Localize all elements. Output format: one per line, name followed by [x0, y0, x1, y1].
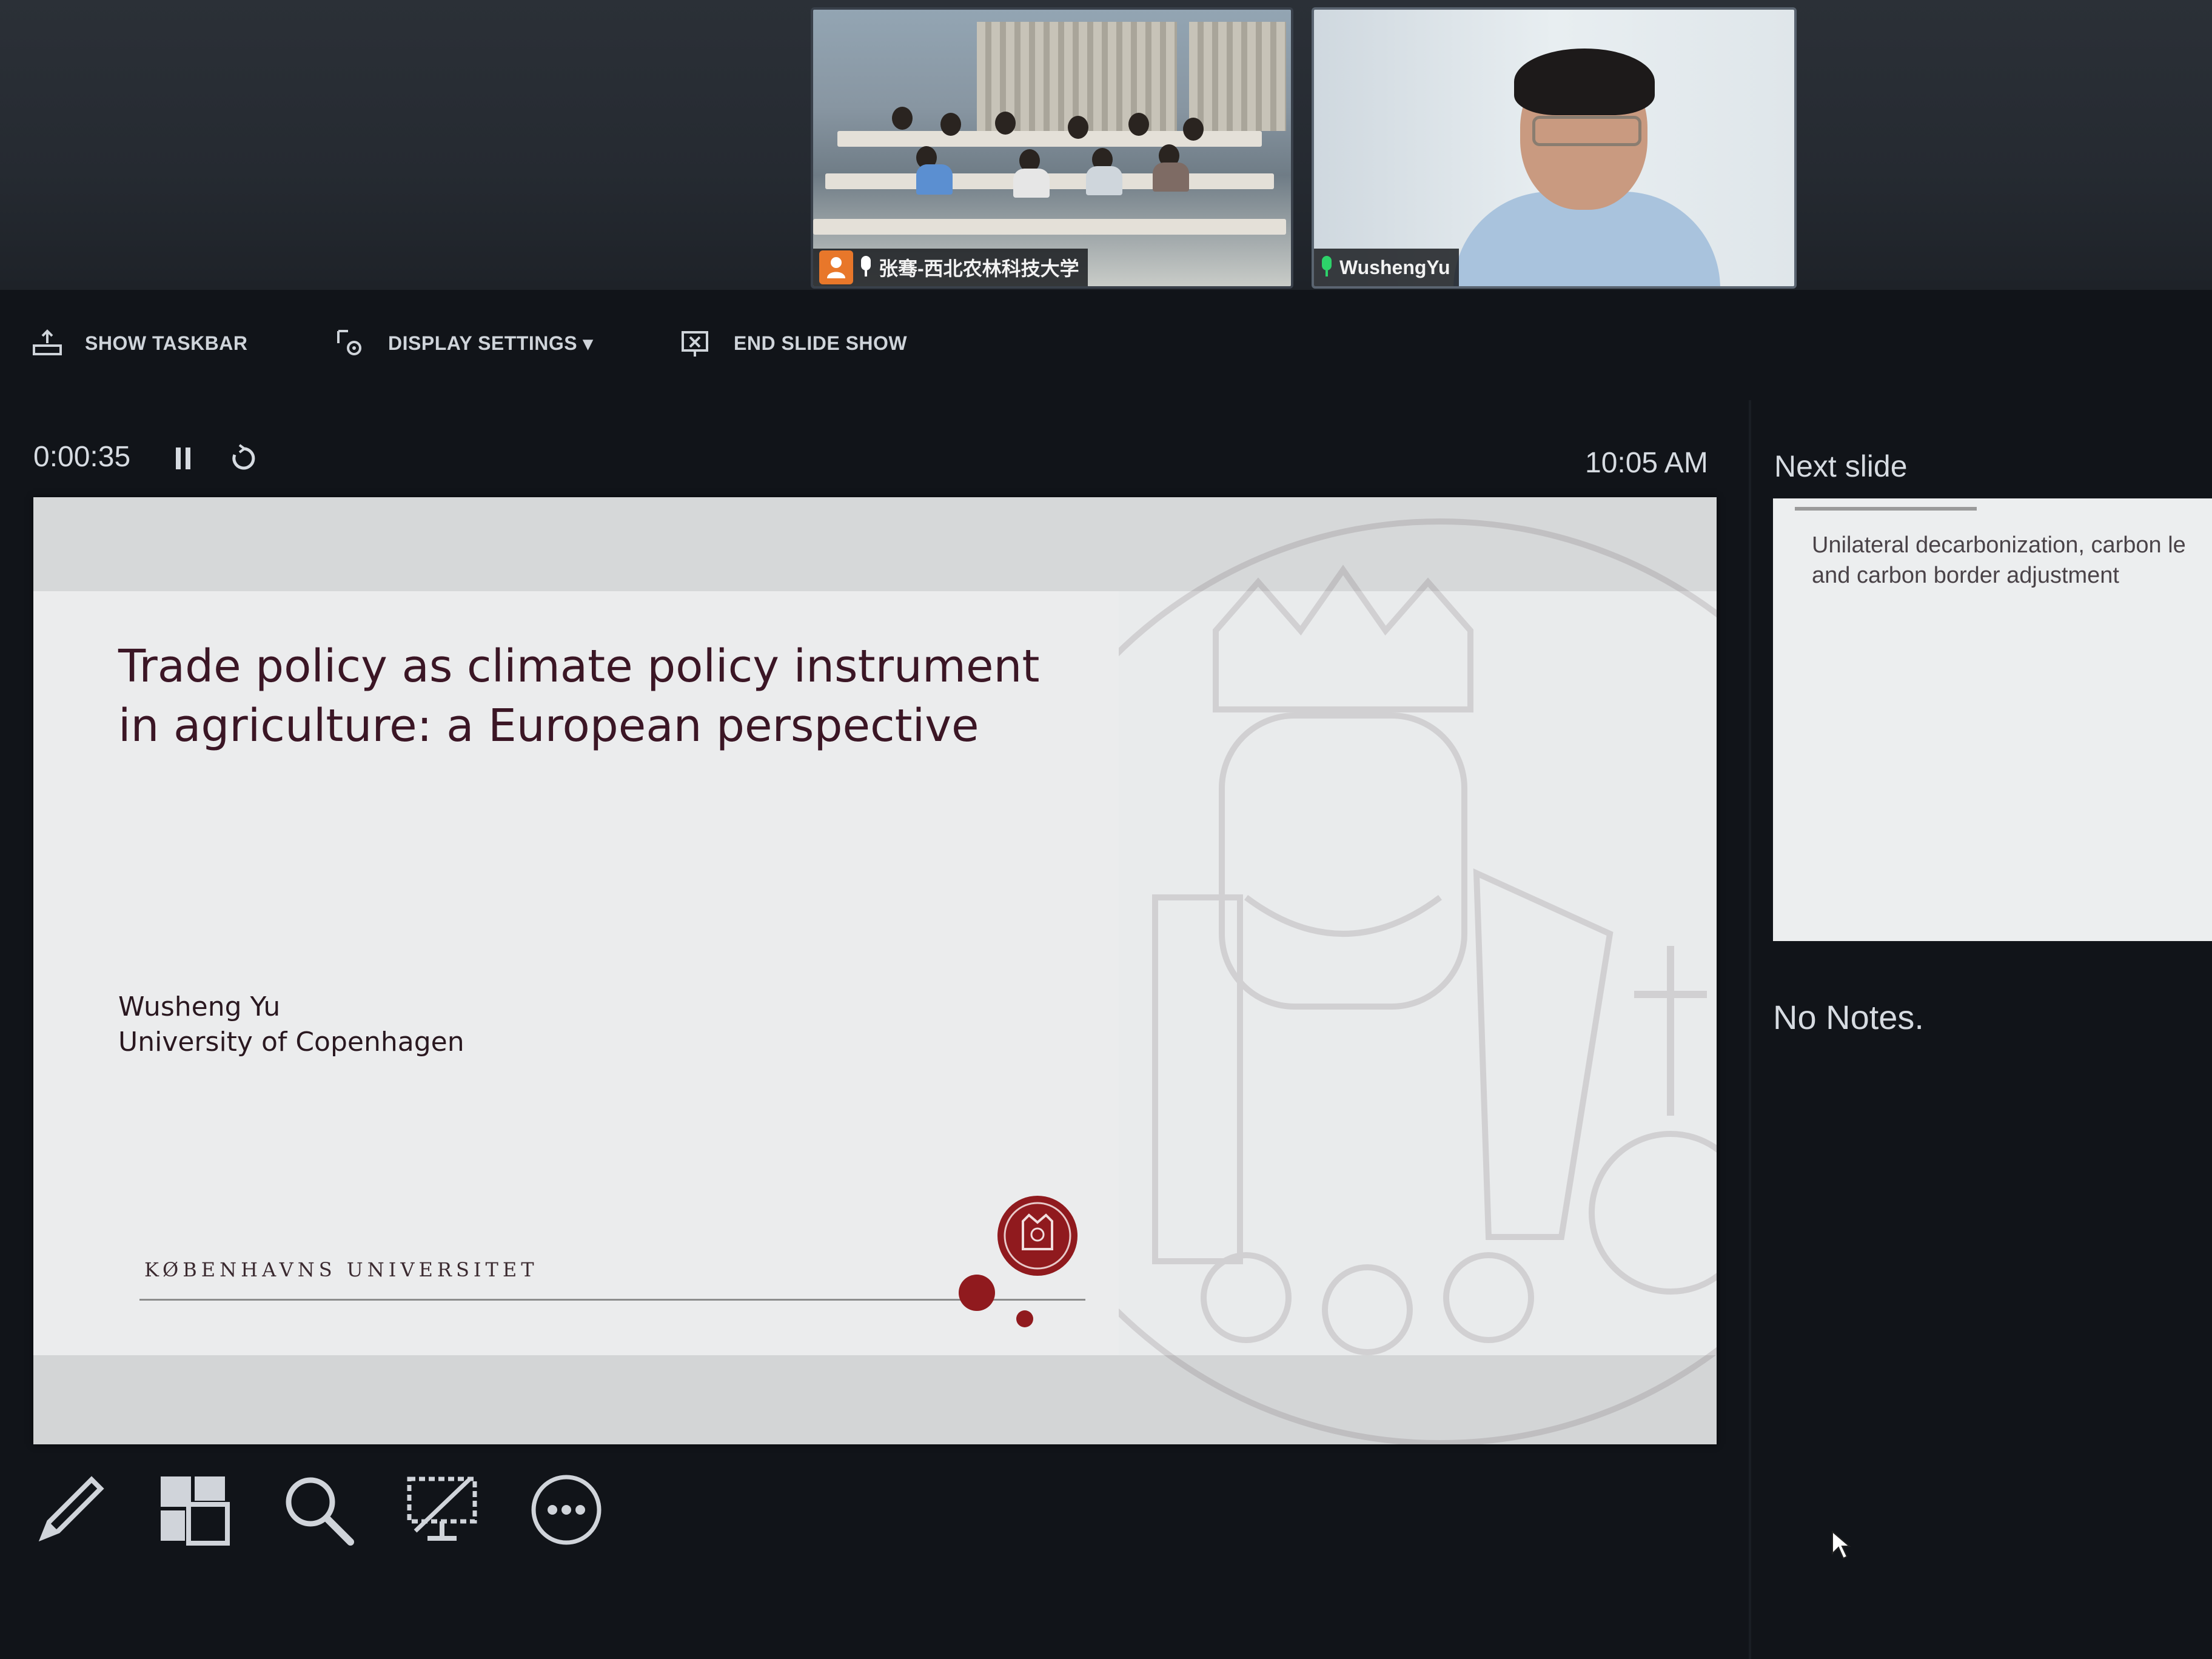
video-background: [1514, 49, 1655, 115]
black-screen-icon: [407, 1476, 477, 1541]
presenter-toolbar: [0, 290, 2212, 399]
black-screen-button[interactable]: [400, 1467, 485, 1552]
participant-name: WushengYu: [1339, 256, 1450, 278]
display-settings-icon: [335, 327, 366, 359]
participant-name-tag: 张骞-西北农林科技大学: [813, 249, 1088, 286]
video-strip: 张骞-西北农林科技大学 WushengYu: [0, 0, 2212, 290]
video-background: [916, 164, 953, 195]
current-time: 10:05 AM: [1585, 447, 1708, 479]
slide-timer: 0:00:35: [33, 441, 131, 473]
taskbar-icon: [32, 327, 63, 359]
video-tile-classroom[interactable]: 张骞-西北农林科技大学: [811, 7, 1293, 289]
video-background: [1532, 116, 1641, 146]
microphone-icon: [1320, 256, 1333, 279]
video-background: [1068, 116, 1088, 139]
zoom-button[interactable]: [276, 1467, 361, 1552]
video-background: [1183, 118, 1204, 141]
video-background: [1153, 163, 1189, 192]
next-slide-label: Next slide: [1774, 449, 1908, 483]
pause-timer-button[interactable]: [169, 441, 198, 475]
video-background: [825, 173, 1274, 189]
slide-title: Trade policy as climate policy instrumen…: [118, 640, 1040, 752]
next-slide-title: Unilateral decarbonization, carbon le an…: [1812, 532, 2186, 588]
next-slide-header-line: [1795, 507, 1977, 511]
end-slide-show-button[interactable]: END SLIDE SHOW: [680, 327, 907, 359]
pause-icon: [176, 447, 190, 469]
person-icon: [819, 250, 853, 284]
university-seal-watermark: [1064, 518, 1717, 1444]
video-background: [1086, 166, 1122, 195]
slide-footer-university: KØBENHAVNS UNIVERSITET: [144, 1258, 538, 1281]
video-background: [995, 112, 1016, 135]
more-options-icon: [531, 1475, 602, 1545]
video-background: [1189, 22, 1286, 131]
display-settings-button[interactable]: DISPLAY SETTINGS ▾: [335, 327, 593, 359]
end-slide-show-label: END SLIDE SHOW: [734, 332, 908, 354]
slide-grid-icon: [161, 1476, 230, 1546]
display-settings-label: DISPLAY SETTINGS ▾: [388, 332, 594, 354]
current-slide[interactable]: Trade policy as climate policy instrumen…: [33, 497, 1717, 1444]
show-taskbar-label: SHOW TASKBAR: [85, 332, 248, 354]
video-tile-speaker[interactable]: WushengYu: [1312, 7, 1797, 289]
restart-icon: [232, 444, 255, 470]
video-background: [940, 113, 961, 136]
pen-tool-button[interactable]: [28, 1467, 113, 1552]
participant-name-tag: WushengYu: [1314, 249, 1459, 286]
video-background: [892, 107, 913, 130]
mouse-pointer-icon: [1832, 1530, 1851, 1560]
ku-logo-icon: [959, 1196, 1078, 1327]
slide-affiliation: University of Copenhagen: [118, 1027, 464, 1057]
slide-author: Wusheng Yu: [118, 991, 281, 1022]
next-slide-preview[interactable]: Unilateral decarbonization, carbon le an…: [1773, 498, 2212, 941]
video-background: [1128, 113, 1149, 136]
show-taskbar-button[interactable]: SHOW TASKBAR: [32, 327, 248, 359]
restart-timer-button[interactable]: [227, 443, 260, 475]
microphone-icon: [859, 256, 873, 279]
zoom-icon: [286, 1477, 354, 1546]
speaker-notes: No Notes.: [1773, 998, 1924, 1036]
pen-icon: [38, 1476, 104, 1542]
video-background: [1013, 169, 1050, 198]
video-background: [813, 219, 1286, 235]
participant-name: 张骞-西北农林科技大学: [879, 258, 1079, 280]
more-options-button[interactable]: [524, 1467, 609, 1552]
see-all-slides-button[interactable]: [152, 1467, 236, 1552]
pane-divider[interactable]: [1749, 400, 1751, 1659]
end-show-icon: [680, 327, 712, 359]
